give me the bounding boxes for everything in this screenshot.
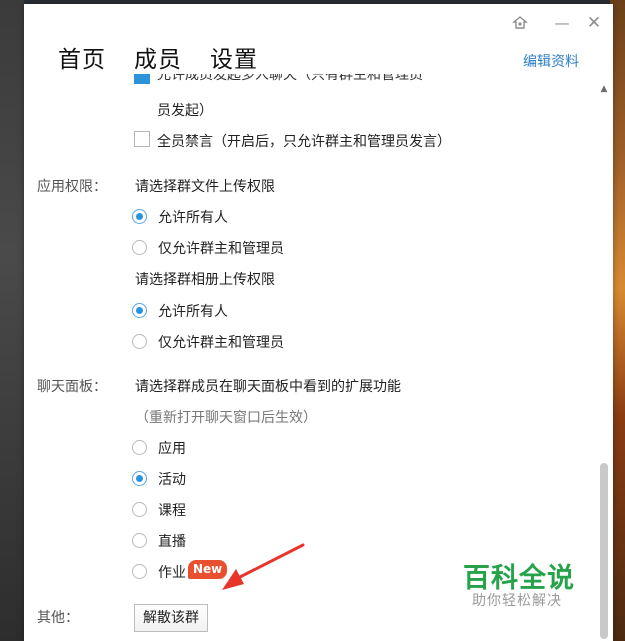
annotation-arrow bbox=[222, 543, 305, 590]
watermark-subtitle: 助你轻松解决 bbox=[472, 593, 562, 609]
